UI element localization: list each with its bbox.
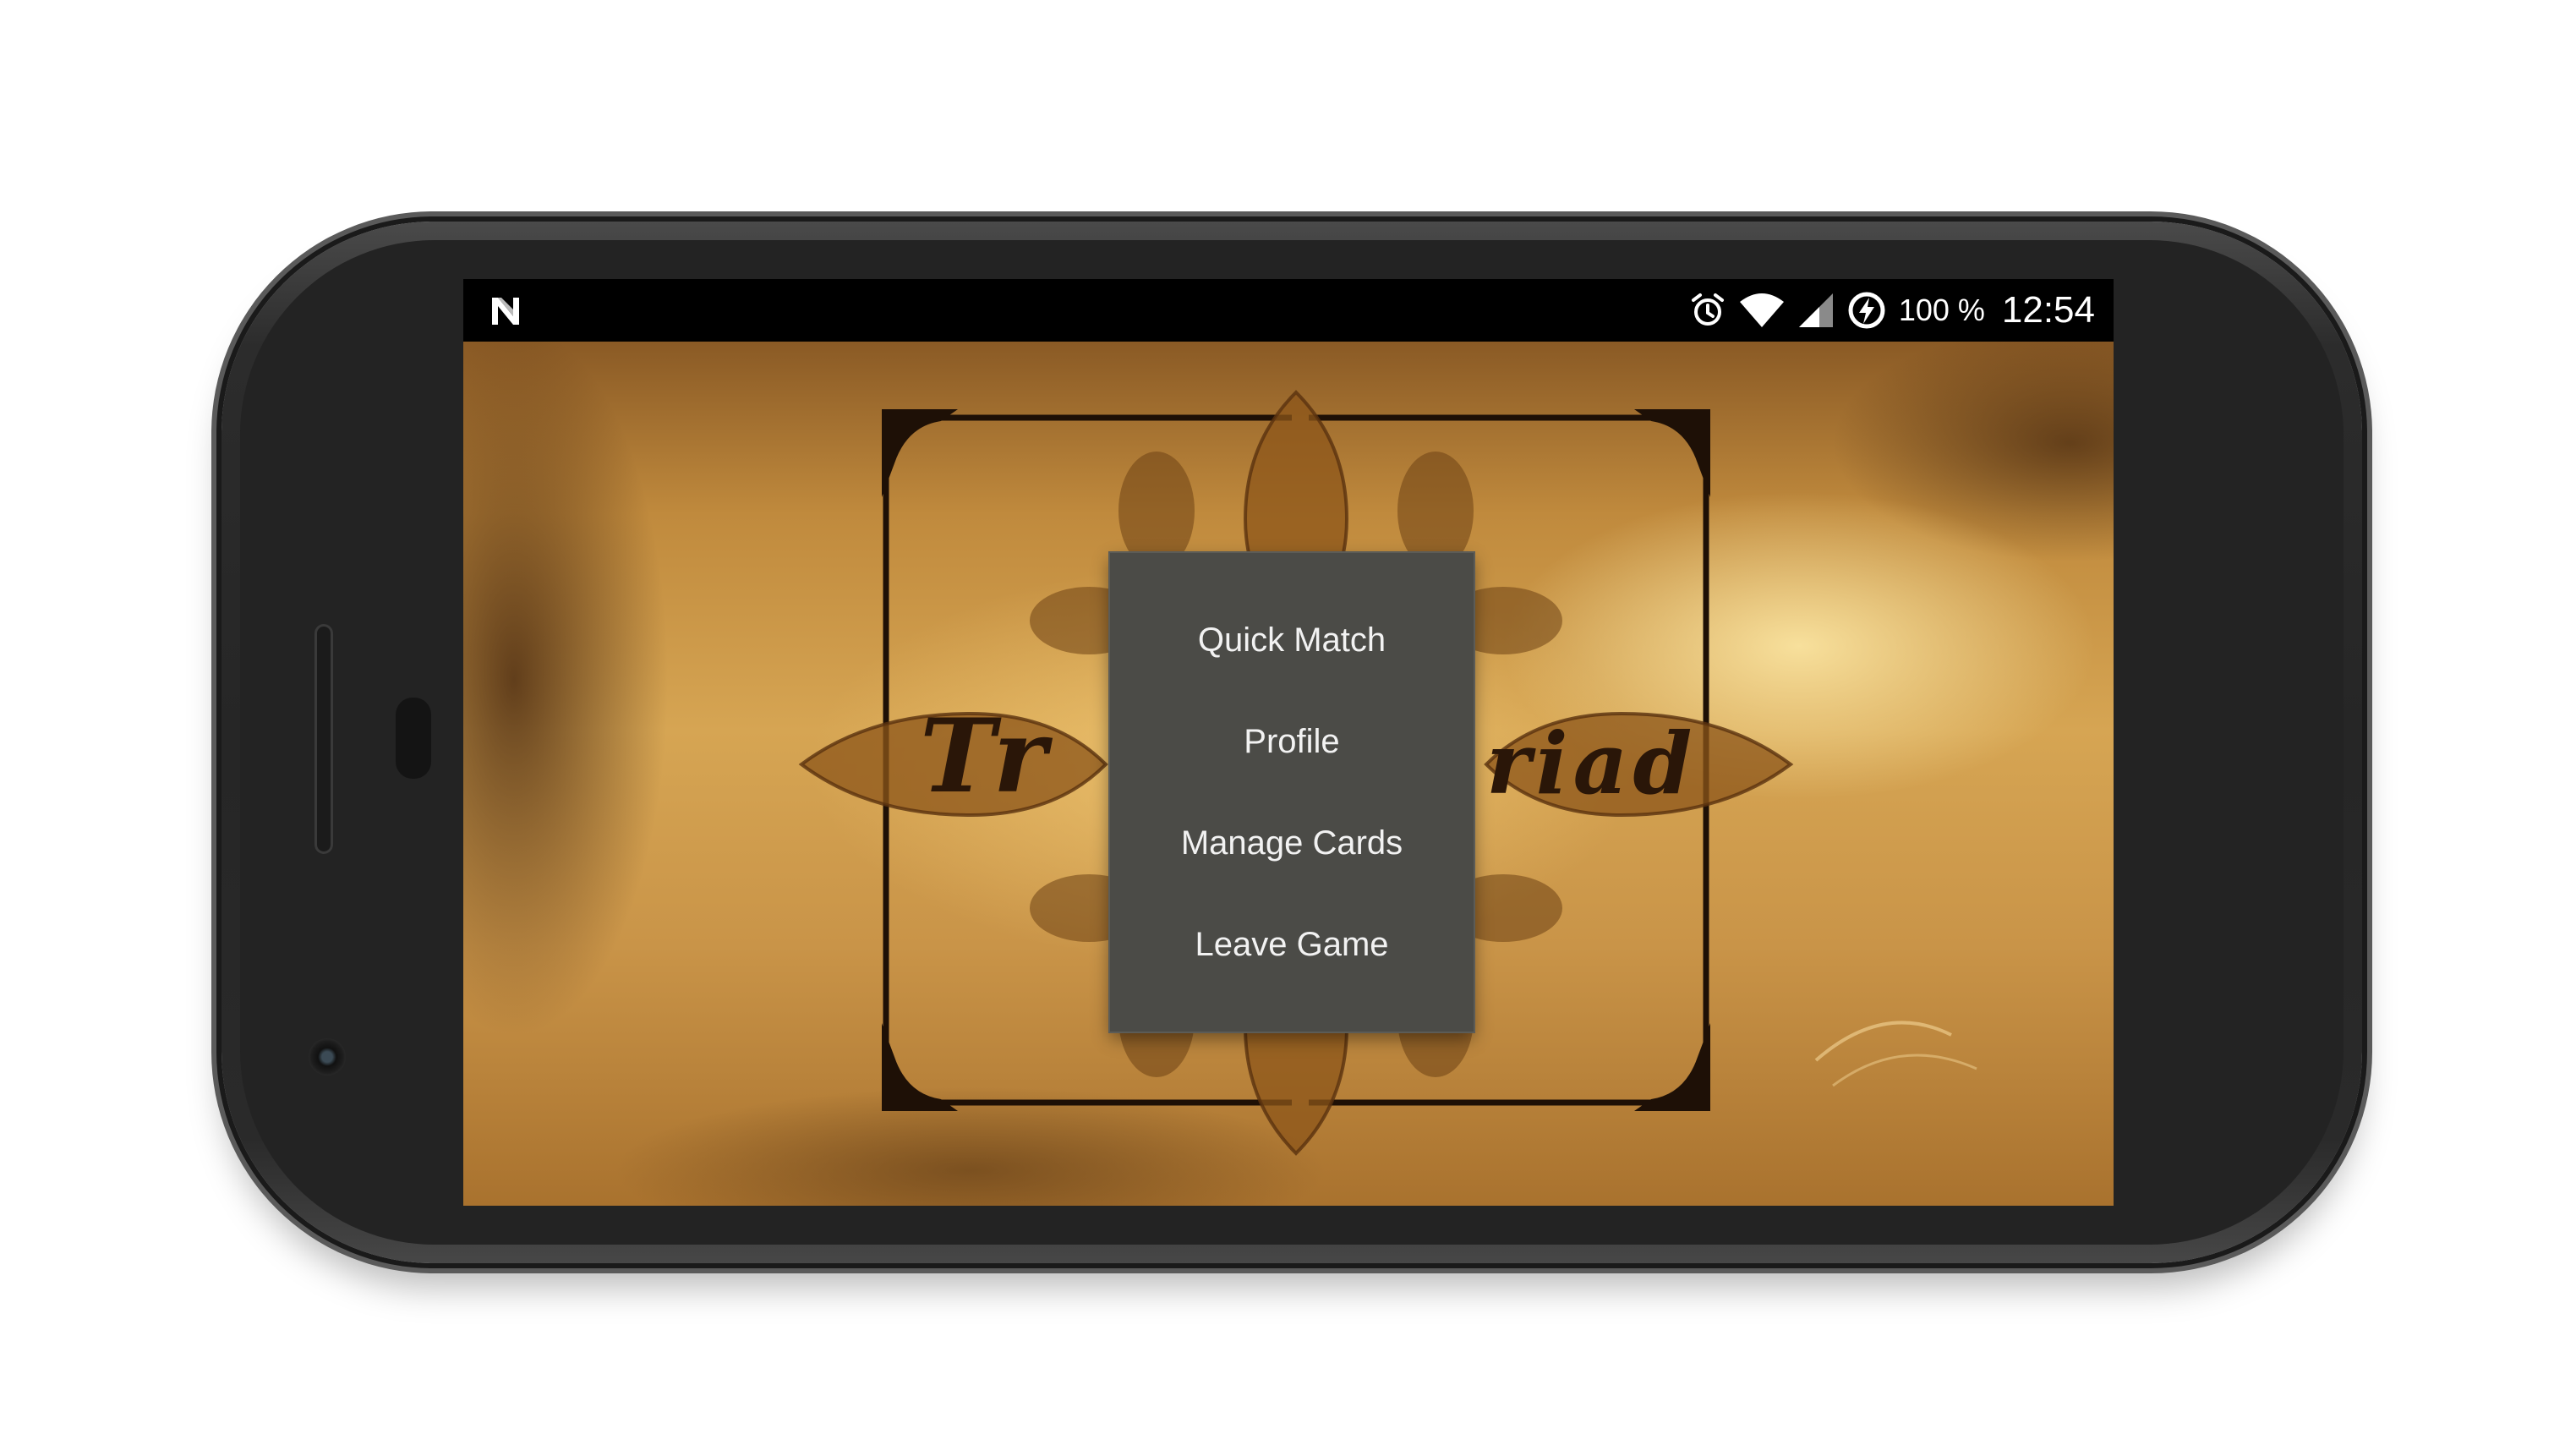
clock: 12:54 <box>2001 289 2095 331</box>
leave-game-button[interactable]: Leave Game <box>1110 894 1474 995</box>
battery-percent: 100 % <box>1898 293 1985 327</box>
quick-match-button[interactable]: Quick Match <box>1110 589 1474 691</box>
logo-text-left: Tr <box>920 697 1052 816</box>
wifi-icon <box>1739 293 1784 327</box>
battery-saver-icon <box>1848 292 1885 329</box>
earpiece <box>396 698 431 779</box>
speaker-grille <box>314 624 333 854</box>
manage-cards-button[interactable]: Manage Cards <box>1110 792 1474 894</box>
stage: 100 % 12:54 Tr riad Quick Match Profile … <box>0 0 2576 1456</box>
status-icons: 100 % 12:54 <box>1689 279 2095 342</box>
logo-text-right: riad <box>1486 714 1698 813</box>
device-screen: 100 % 12:54 Tr riad Quick Match Profile … <box>463 279 2114 1206</box>
main-menu: Quick Match Profile Manage Cards Leave G… <box>1110 553 1474 1032</box>
profile-button[interactable]: Profile <box>1110 691 1474 792</box>
alarm-icon <box>1691 293 1724 326</box>
front-camera <box>309 1038 346 1076</box>
n-notification-icon <box>492 298 519 325</box>
status-bar: 100 % 12:54 <box>463 279 2114 342</box>
game-background: Tr riad Quick Match Profile Manage Cards… <box>463 342 2114 1206</box>
cell-signal-icon <box>1798 293 1833 327</box>
